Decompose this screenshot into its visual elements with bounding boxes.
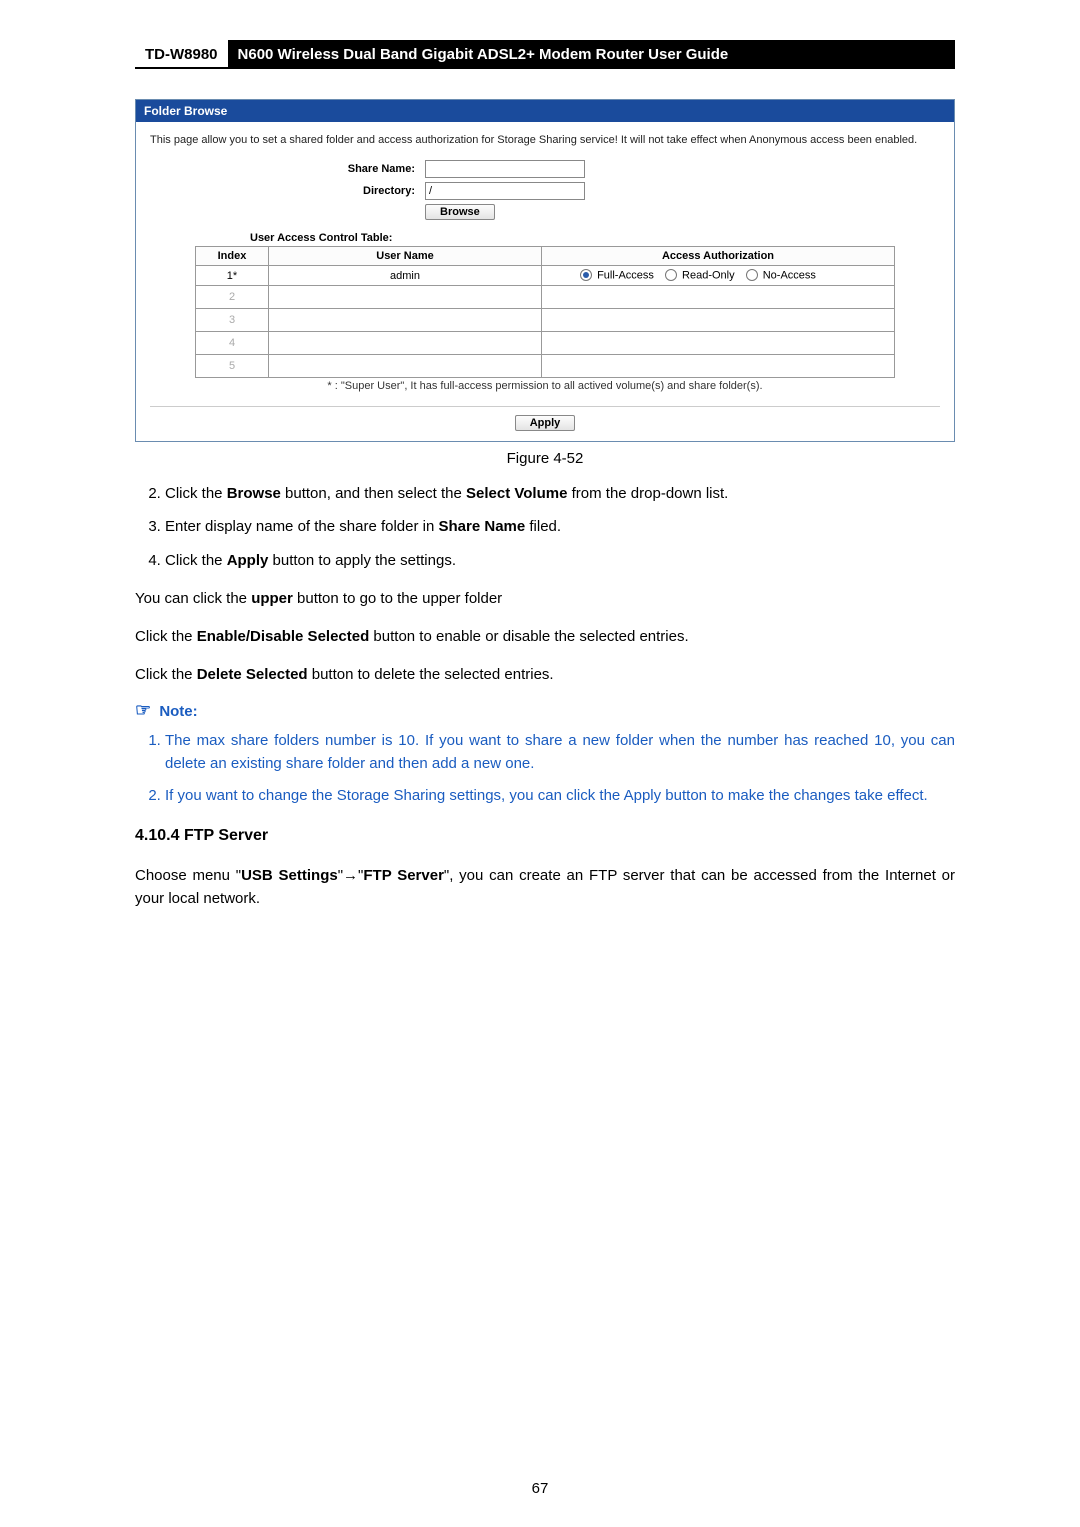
share-name-label: Share Name: [150,163,425,175]
col-user: User Name [269,247,542,266]
page-number: 67 [0,1480,1080,1497]
table-row: 1* admin Full-Access Read-Only No-Access [196,266,895,286]
row-user: admin [269,266,542,286]
share-name-input[interactable] [425,160,585,178]
directory-label: Directory: [150,185,425,197]
note-header: ☞ Note: [135,697,955,725]
note-item-2: If you want to change the Storage Sharin… [165,785,955,808]
folder-browse-screenshot: Folder Browse This page allow you to set… [135,99,955,442]
para-enable-disable: Click the Enable/Disable Selected button… [135,625,955,648]
uac-table: Index User Name Access Authorization 1* … [195,246,895,378]
note-item-1: The max share folders number is 10. If y… [165,730,955,775]
col-auth: Access Authorization [542,247,895,266]
step-3: Enter display name of the share folder i… [165,515,955,538]
table-row: 2 [196,286,895,309]
directory-input[interactable] [425,182,585,200]
table-row: 3 [196,309,895,332]
title-bar: TD-W8980 N600 Wireless Dual Band Gigabit… [135,40,955,69]
panel-header: Folder Browse [136,100,954,122]
table-row: 4 [196,332,895,355]
step-4: Click the Apply button to apply the sett… [165,549,955,572]
section-heading: 4.10.4 FTP Server [135,824,955,849]
step-2: Click the Browse button, and then select… [165,482,955,505]
radio-no-access[interactable] [746,269,758,281]
ftp-paragraph: Choose menu "USB Settings"→"FTP Server",… [135,864,955,911]
model-number: TD-W8980 [135,40,228,67]
radio-read-label: Read-Only [682,269,735,281]
para-delete: Click the Delete Selected button to dele… [135,663,955,686]
radio-read-only[interactable] [665,269,677,281]
panel-description: This page allow you to set a shared fold… [150,134,940,146]
browse-button[interactable]: Browse [425,204,495,220]
radio-no-label: No-Access [763,269,816,281]
table-row: 5 [196,355,895,378]
uac-table-title: User Access Control Table: [250,232,940,244]
col-index: Index [196,247,269,266]
table-footnote: * : "Super User", It has full-access per… [150,380,940,392]
guide-title: N600 Wireless Dual Band Gigabit ADSL2+ M… [228,40,955,67]
radio-full-access[interactable] [580,269,592,281]
apply-button[interactable]: Apply [515,415,576,431]
para-upper: You can click the upper button to go to … [135,587,955,610]
pointer-icon: ☞ [135,700,151,720]
row-index: 1* [196,266,269,286]
radio-full-label: Full-Access [597,269,654,281]
figure-label: Figure 4-52 [135,450,955,467]
